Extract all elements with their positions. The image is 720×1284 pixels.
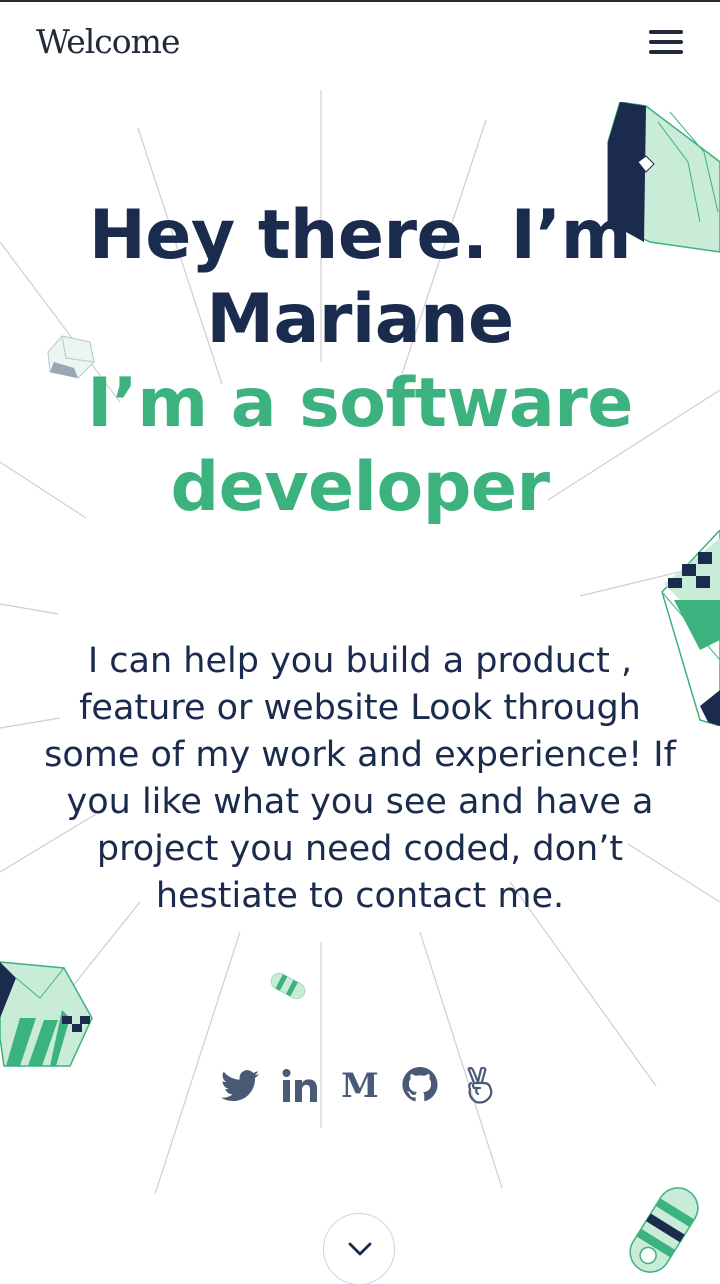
decorative-pill-bottom-right [629,1187,699,1273]
bio-text: I can help you build a product , feature… [44,641,676,916]
angellist-icon [467,1067,493,1104]
twitter-icon [221,1070,259,1102]
github-icon [402,1067,438,1102]
angellist-link[interactable] [459,1064,501,1108]
scroll-down-button[interactable] [323,1213,395,1284]
linkedin-icon [282,1069,317,1102]
social-links: M [0,1064,720,1112]
role-line-2: developer [170,448,550,527]
medium-link[interactable]: M [339,1064,381,1108]
twitter-link[interactable] [219,1064,261,1108]
role-line-1: I’m a software [87,364,633,443]
decorative-pill-small [270,972,306,1000]
menu-button[interactable] [640,24,690,64]
hamburger-menu-icon [649,30,683,34]
intro-line-2: Mariane [206,280,514,359]
page: Welcome Hey there. I’m Mariane I’m a sof… [0,0,720,1284]
intro-line-1: Hey there. I’m [88,196,632,275]
github-link[interactable] [399,1064,441,1108]
brand-logo[interactable]: Welcome [36,22,180,61]
decorative-gift-left [0,961,93,1067]
site-header: Welcome [0,2,720,88]
linkedin-link[interactable] [279,1064,321,1108]
chevron-down-icon [348,1242,372,1256]
medium-icon: M [341,1066,379,1106]
hero-heading: Hey there. I’m Mariane I’m a software de… [0,194,720,530]
